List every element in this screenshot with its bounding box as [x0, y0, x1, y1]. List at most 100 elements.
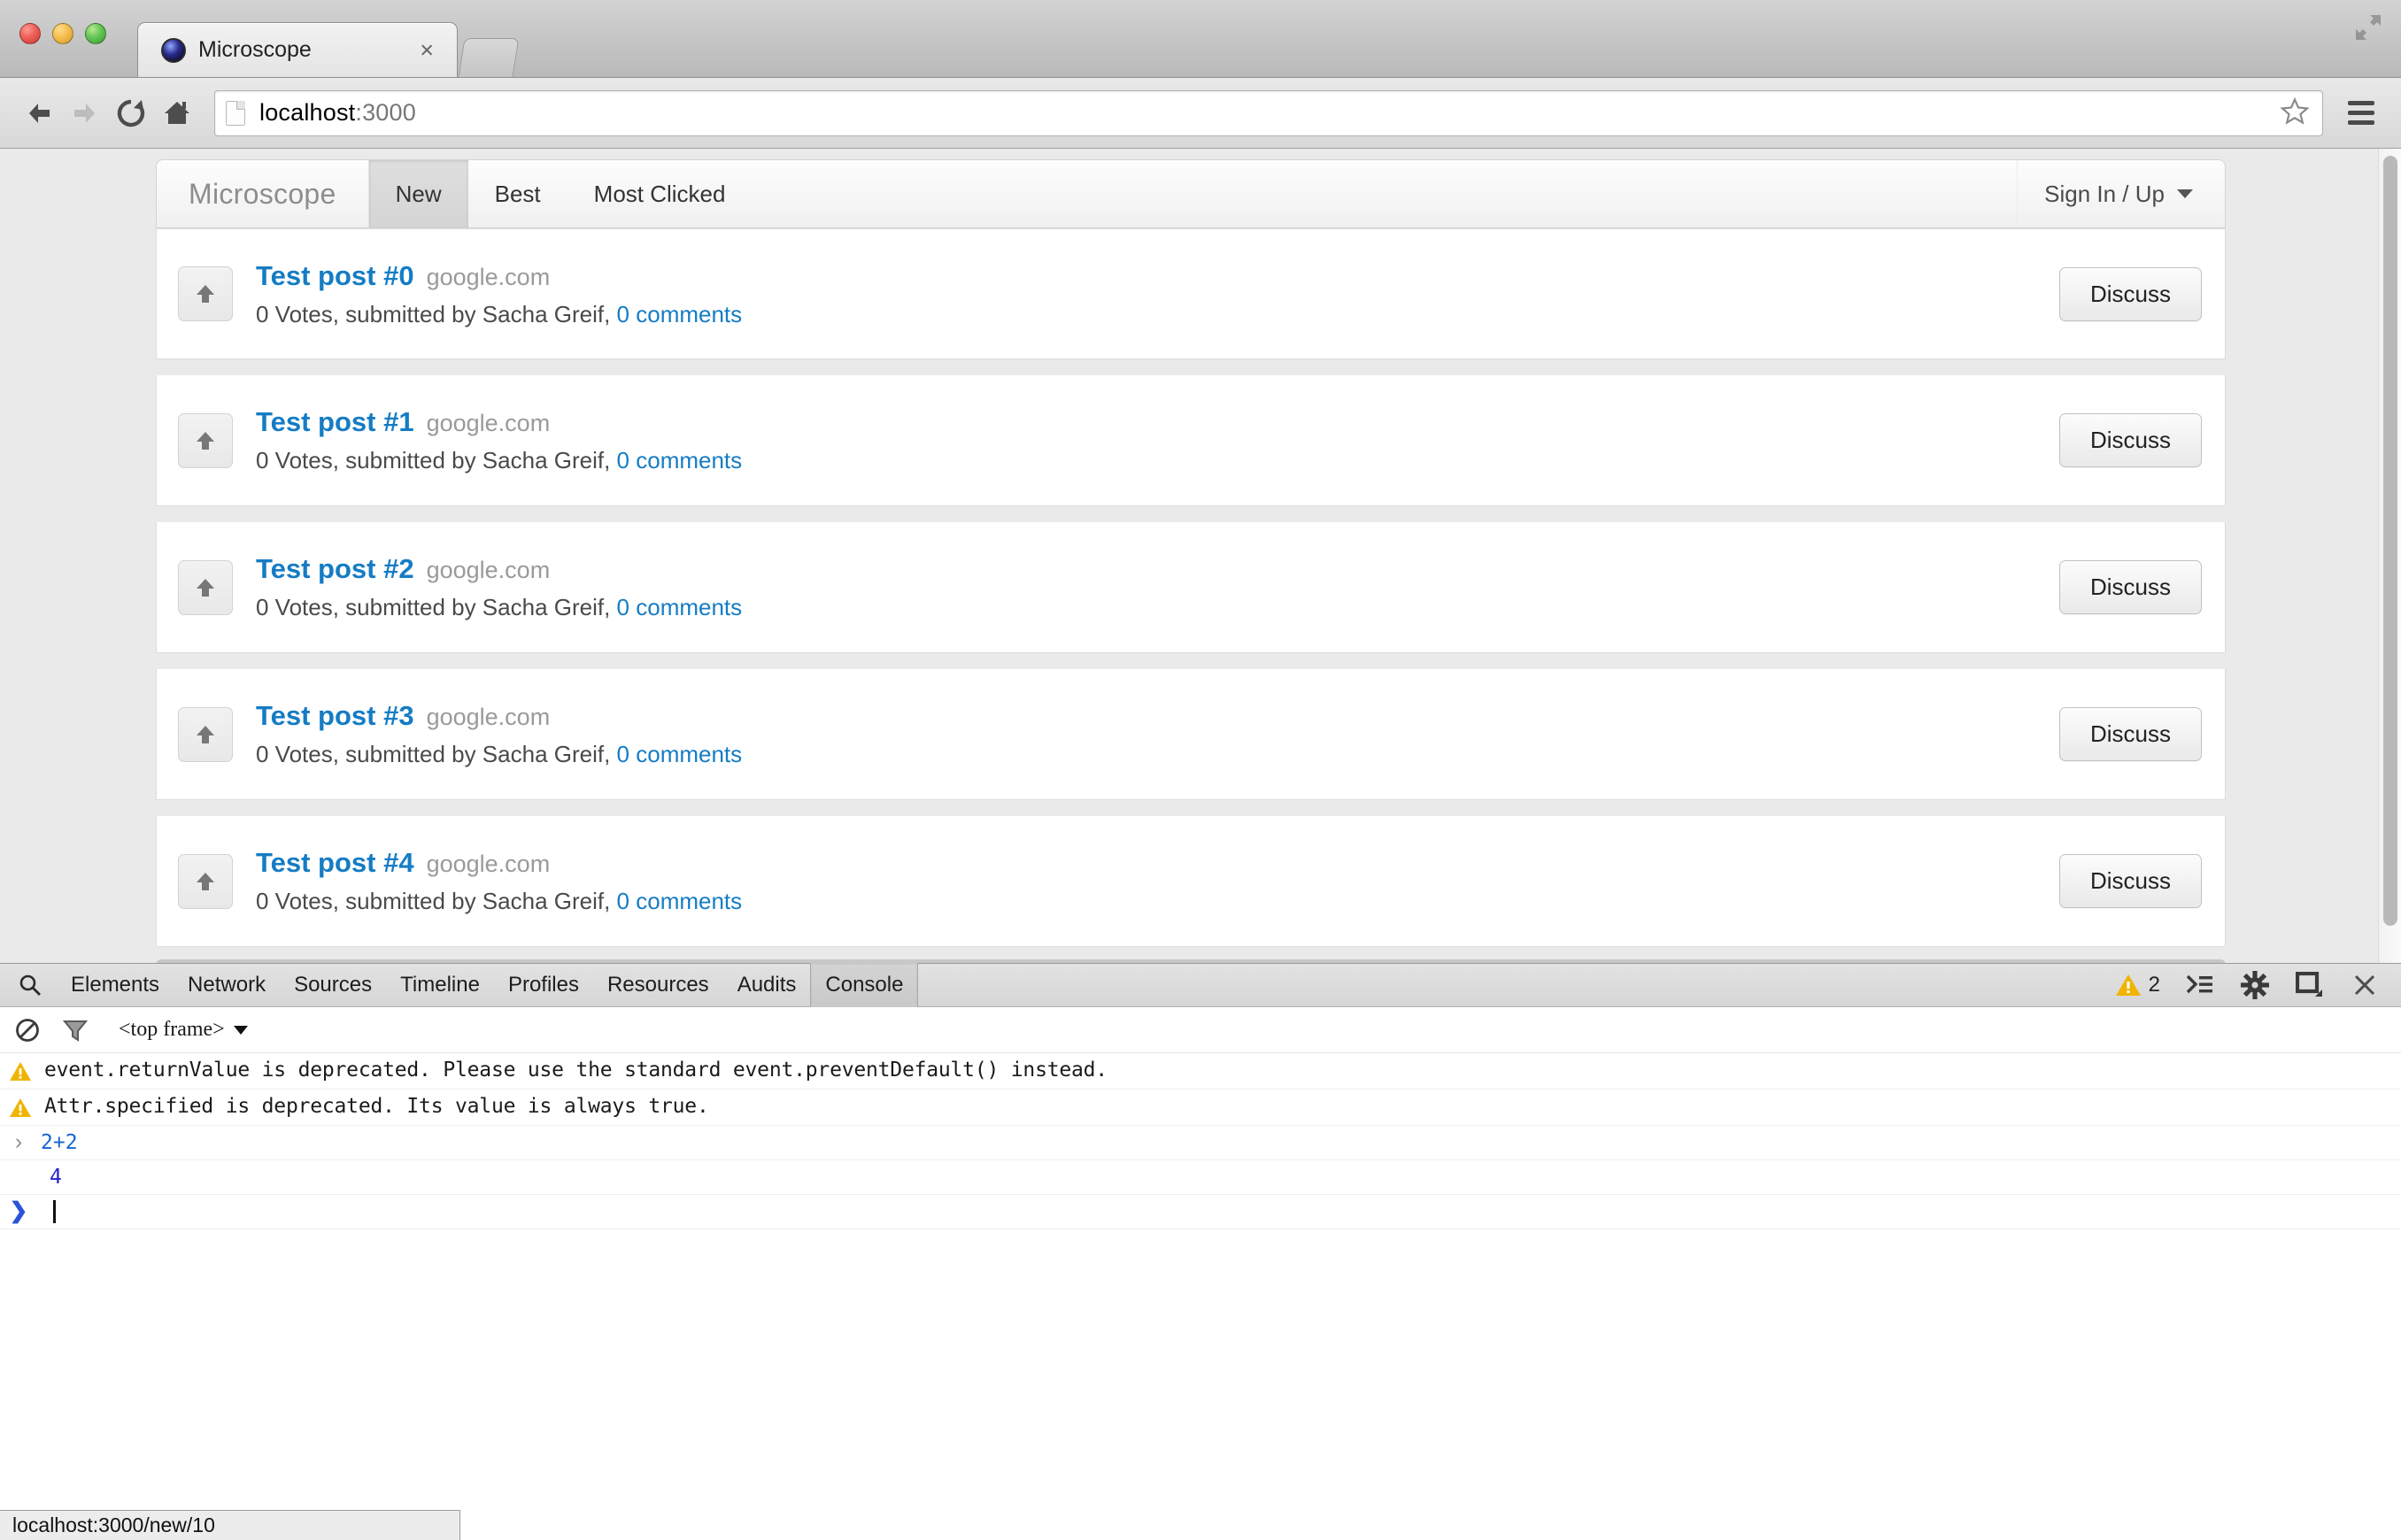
nav-item-label: Best — [495, 181, 541, 208]
post-comments-link[interactable]: 0 comments — [617, 301, 743, 327]
discuss-button[interactable]: Discuss — [2059, 267, 2202, 321]
post-comments-link[interactable]: 0 comments — [617, 888, 743, 914]
page-scrollbar[interactable] — [2378, 149, 2401, 963]
devtools-tab-sources[interactable]: Sources — [280, 963, 386, 1007]
console-message-input[interactable]: › 2+2 — [0, 1126, 2401, 1160]
nav-item-best[interactable]: Best — [468, 160, 567, 227]
post-title-link[interactable]: Test post #2 — [256, 553, 414, 585]
devtools-tab-timeline[interactable]: Timeline — [386, 963, 494, 1007]
fullscreen-icon[interactable] — [2353, 12, 2383, 42]
upvote-button[interactable] — [178, 854, 233, 909]
dock-position-icon[interactable] — [2295, 970, 2325, 1000]
close-window-button[interactable] — [19, 23, 41, 44]
nav-item-most-clicked[interactable]: Most Clicked — [567, 160, 753, 227]
upvote-button[interactable] — [178, 266, 233, 321]
post-meta: 0 Votes, submitted by Sacha Greif, 0 com… — [256, 447, 742, 474]
console-drawer-icon[interactable] — [2185, 970, 2215, 1000]
console-message-warning[interactable]: event.returnValue is deprecated. Please … — [0, 1053, 2401, 1090]
upvote-button[interactable] — [178, 560, 233, 615]
post-headline: Test post #4 google.com — [256, 847, 742, 879]
discuss-button[interactable]: Discuss — [2059, 854, 2202, 908]
nav-item-new[interactable]: New — [369, 160, 468, 227]
devtools-tab-network[interactable]: Network — [174, 963, 280, 1007]
page-viewport: Microscope New Best Most Clicked Sign In… — [0, 149, 2401, 963]
console-message-text: event.returnValue is deprecated. Please … — [44, 1059, 1108, 1082]
close-devtools-icon[interactable] — [2350, 970, 2380, 1000]
clear-console-icon[interactable] — [12, 1015, 42, 1045]
post-domain: google.com — [427, 264, 551, 291]
new-tab-button[interactable] — [459, 38, 520, 77]
post-headline: Test post #3 google.com — [256, 700, 742, 732]
maximize-window-button[interactable] — [85, 23, 106, 44]
home-button[interactable] — [154, 90, 200, 136]
post-list: Test post #0 google.com 0 Votes, submitt… — [156, 228, 2226, 947]
filter-funnel-icon[interactable] — [60, 1015, 90, 1045]
post-meta: 0 Votes, submitted by Sacha Greif, 0 com… — [256, 594, 742, 621]
reload-button[interactable] — [108, 90, 154, 136]
discuss-button[interactable]: Discuss — [2059, 707, 2202, 761]
chrome-menu-button[interactable] — [2337, 90, 2385, 136]
account-menu[interactable]: Sign In / Up — [2017, 160, 2225, 227]
browser-window: Microscope × — [0, 0, 2401, 1540]
back-button[interactable] — [16, 90, 62, 136]
frame-selector[interactable]: <top frame> — [119, 1018, 248, 1042]
gear-icon[interactable] — [2240, 970, 2270, 1000]
nav-item-label: Most Clicked — [594, 181, 726, 208]
console-input-echo: 2+2 — [41, 1131, 78, 1154]
devtools-tab-audits[interactable]: Audits — [723, 963, 811, 1007]
close-icon[interactable]: × — [420, 38, 434, 62]
tab-label: Console — [825, 973, 903, 997]
post-headline: Test post #2 google.com — [256, 553, 742, 585]
address-bar[interactable]: localhost:3000 — [214, 90, 2323, 136]
post-separator — [156, 359, 2226, 375]
upvote-button[interactable] — [178, 413, 233, 468]
console-prompt-row[interactable]: ❯ — [0, 1195, 2401, 1229]
post-comments-link[interactable]: 0 comments — [617, 741, 743, 767]
window-controls — [19, 23, 106, 44]
console-message-warning[interactable]: Attr.specified is deprecated. Its value … — [0, 1090, 2401, 1126]
devtools-tab-resources[interactable]: Resources — [593, 963, 723, 1007]
post-meta: 0 Votes, submitted by Sacha Greif, 0 com… — [256, 888, 742, 915]
console-message-result[interactable]: 4 — [0, 1160, 2401, 1195]
bookmark-star-icon[interactable] — [2280, 96, 2310, 130]
post-title-link[interactable]: Test post #3 — [256, 700, 414, 732]
devtools-panel: Elements Network Sources Timeline Profil… — [0, 963, 2401, 1538]
warning-count-badge[interactable]: 2 — [2115, 973, 2160, 997]
post-votes: 0 Votes — [256, 594, 333, 620]
app-navbar: Microscope New Best Most Clicked Sign In… — [156, 159, 2226, 228]
post-body: Test post #2 google.com 0 Votes, submitt… — [256, 553, 742, 621]
post-title-link[interactable]: Test post #4 — [256, 847, 414, 879]
tab-strip: Microscope × — [0, 0, 2401, 78]
post-comments-link[interactable]: 0 comments — [617, 447, 743, 474]
account-menu-label: Sign In / Up — [2044, 181, 2165, 208]
post-separator — [156, 506, 2226, 522]
upvote-button[interactable] — [178, 707, 233, 762]
tab-label: Network — [188, 973, 266, 997]
discuss-button[interactable]: Discuss — [2059, 560, 2202, 614]
post-domain: google.com — [427, 704, 551, 731]
status-bar: localhost:3000/new/10 — [0, 1510, 460, 1540]
app-brand[interactable]: Microscope — [157, 160, 369, 227]
devtools-tab-console[interactable]: Console — [810, 963, 918, 1007]
post-submitted-by: , submitted by Sacha Greif, — [333, 888, 617, 914]
post-item: Test post #4 google.com 0 Votes, submitt… — [156, 816, 2226, 947]
microscope-favicon-icon — [161, 38, 186, 63]
discuss-button[interactable]: Discuss — [2059, 413, 2202, 467]
post-item: Test post #2 google.com 0 Votes, submitt… — [156, 522, 2226, 653]
post-votes: 0 Votes — [256, 447, 333, 474]
tab-label: Timeline — [400, 973, 480, 997]
post-title-link[interactable]: Test post #0 — [256, 260, 414, 292]
devtools-tab-profiles[interactable]: Profiles — [494, 963, 593, 1007]
browser-tab[interactable]: Microscope × — [137, 22, 458, 77]
minimize-window-button[interactable] — [52, 23, 73, 44]
post-submitted-by: , submitted by Sacha Greif, — [333, 447, 617, 474]
url-text: localhost:3000 — [259, 99, 416, 127]
post-body: Test post #1 google.com 0 Votes, submitt… — [256, 406, 742, 474]
search-icon[interactable] — [12, 967, 48, 1003]
devtools-tab-elements[interactable]: Elements — [57, 963, 174, 1007]
page-scrollbar-thumb[interactable] — [2383, 156, 2397, 926]
post-title-link[interactable]: Test post #1 — [256, 406, 414, 438]
post-domain: google.com — [427, 851, 551, 878]
post-votes: 0 Votes — [256, 741, 333, 767]
post-comments-link[interactable]: 0 comments — [617, 594, 743, 620]
